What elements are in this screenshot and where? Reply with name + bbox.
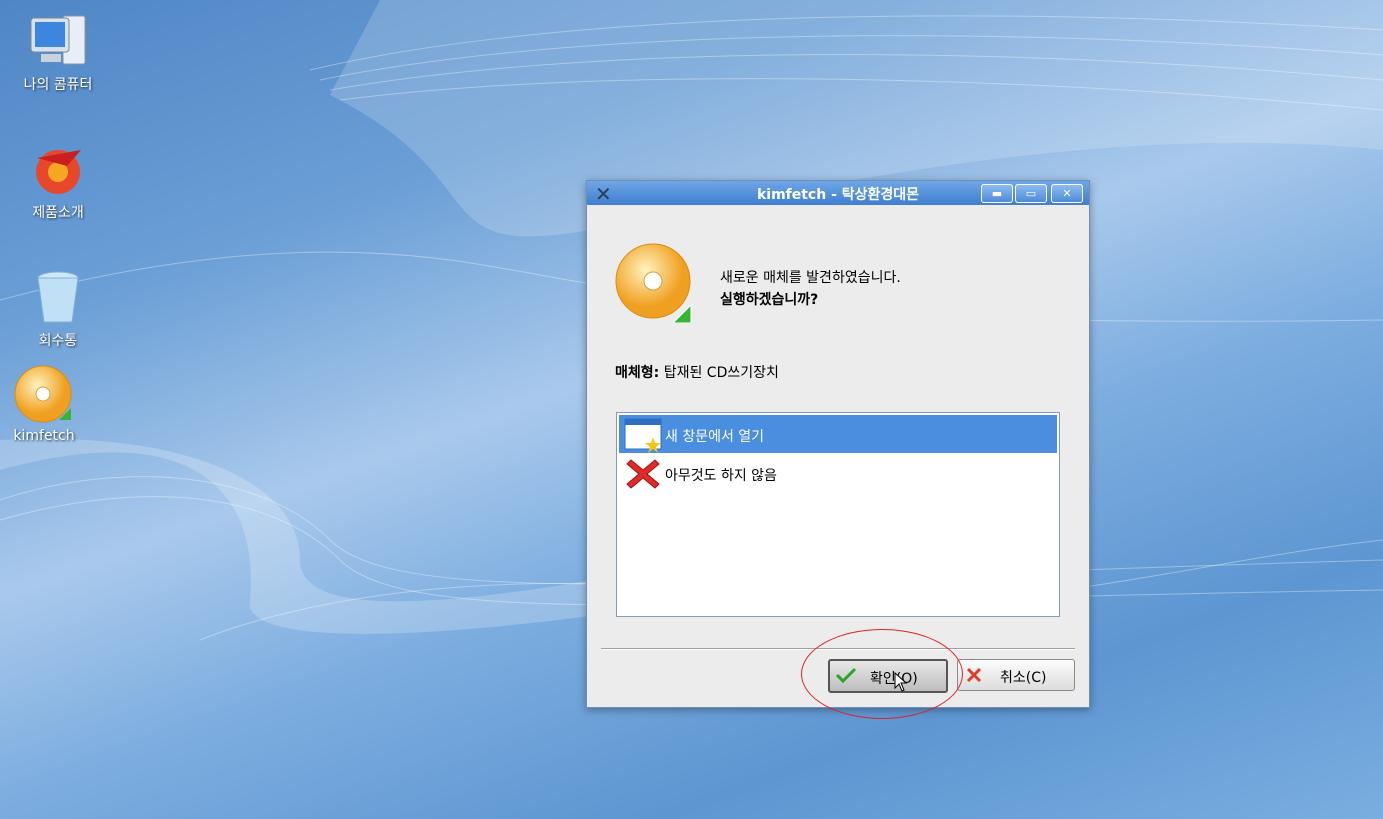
product-intro-icon	[36, 150, 81, 194]
cd-icon	[14, 365, 72, 423]
cancel-x-icon	[966, 667, 982, 683]
media-type-label: 매체형:	[615, 365, 660, 381]
message-line-1: 새로운 매체를 발견하였습니다.	[720, 270, 901, 286]
computer-icon	[30, 15, 86, 65]
message-line-2: 실행하겠습니까?	[720, 292, 819, 308]
ok-button[interactable]: 확인(O)	[828, 659, 948, 693]
red-x-icon	[626, 459, 660, 489]
list-item-open-new-window[interactable]: 새 창문에서 열기	[619, 415, 1057, 453]
media-type: 매체형: 탑재된 CD쓰기장치	[615, 362, 779, 382]
maximize-button[interactable]: ▭	[1015, 184, 1047, 203]
separator	[601, 648, 1075, 650]
desktop-icon-label: kimfetch	[13, 428, 75, 444]
desktop-icon-product-intro[interactable]: 제품소개	[8, 140, 108, 222]
trash-icon	[37, 271, 79, 323]
mouse-cursor-icon	[894, 672, 908, 692]
list-item-label: 아무것도 하지 않음	[665, 468, 777, 484]
media-type-value: 탑재된 CD쓰기장치	[663, 365, 779, 381]
kimfetch-dialog: ✕ kimfetch - 탁상환경대몬 ▬ ▭ ✕ 새로운 매체를 발견하였습니…	[586, 180, 1090, 708]
window-title: kimfetch - 탁상환경대몬	[756, 187, 920, 203]
desktop-icon-recycle-bin[interactable]: 회수통	[8, 268, 108, 350]
desktop-icon-label: 나의 콤퓨터	[23, 77, 93, 93]
checkmark-icon	[836, 667, 856, 683]
desktop-icon-label: 회수통	[38, 333, 78, 349]
desktop-icon-kimfetch[interactable]: kimfetch	[0, 364, 94, 444]
list-item-do-nothing[interactable]: 아무것도 하지 않음	[619, 454, 1057, 492]
cancel-button[interactable]: 취소(C)	[957, 659, 1075, 691]
new-window-icon	[624, 418, 662, 453]
action-list[interactable]: 새 창문에서 열기 아무것도 하지 않음	[616, 412, 1060, 617]
close-button[interactable]: ✕	[1051, 184, 1083, 203]
list-item-label: 새 창문에서 열기	[665, 429, 765, 445]
minimize-button[interactable]: ▬	[981, 184, 1013, 203]
desktop-icon-label: 제품소개	[32, 205, 84, 221]
cd-media-icon	[615, 243, 692, 323]
cancel-button-label: 취소(C)	[1000, 670, 1047, 686]
desktop-icon-my-computer[interactable]: 나의 콤퓨터	[8, 12, 108, 94]
title-bar[interactable]: ✕ kimfetch - 탁상환경대몬 ▬ ▭ ✕	[587, 181, 1089, 206]
